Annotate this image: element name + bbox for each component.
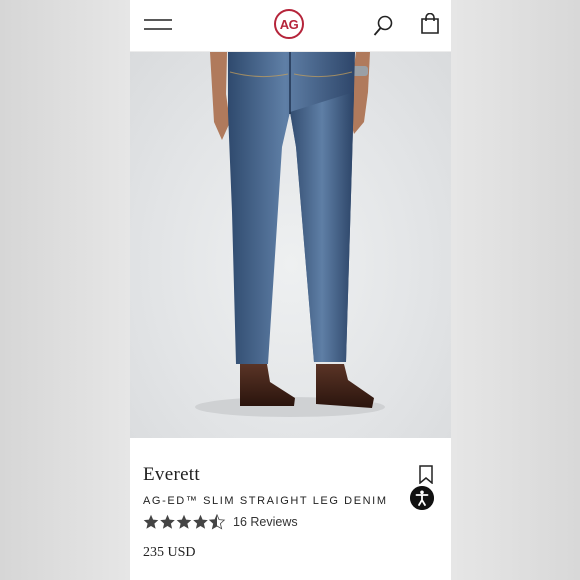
menu-icon[interactable] [143, 17, 173, 35]
product-image[interactable] [130, 52, 451, 438]
star-half-icon [209, 514, 225, 530]
star-full-icon [193, 514, 208, 529]
product-name: Everett [143, 464, 200, 485]
product-price: 235 USD [143, 545, 196, 560]
star-full-icon [176, 514, 192, 529]
bookmark-icon[interactable] [419, 465, 433, 484]
site-header: AG [130, 0, 451, 52]
search-icon[interactable] [373, 15, 393, 37]
shopping-bag-icon[interactable] [420, 13, 440, 35]
star-full-icon [143, 514, 159, 529]
reviews-link[interactable]: 16 Reviews [233, 515, 298, 529]
background-right [451, 0, 580, 580]
brand-logo[interactable]: AG [274, 9, 304, 39]
brand-logo-text: AG [279, 16, 299, 32]
accessibility-icon[interactable] [410, 486, 434, 510]
background-left [0, 0, 130, 580]
star-rating[interactable] [143, 514, 227, 531]
product-subtitle: AG-ED™ SLIM STRAIGHT LEG DENIM [143, 495, 388, 507]
star-full-icon [160, 514, 175, 529]
jeans-model-illustration [195, 52, 385, 417]
mobile-page: AG Everett AG-ED™ SLIM STRAIGHT LEG DENI… [130, 0, 451, 580]
product-info: Everett AG-ED™ SLIM STRAIGHT LEG DENIM 1… [130, 438, 451, 580]
